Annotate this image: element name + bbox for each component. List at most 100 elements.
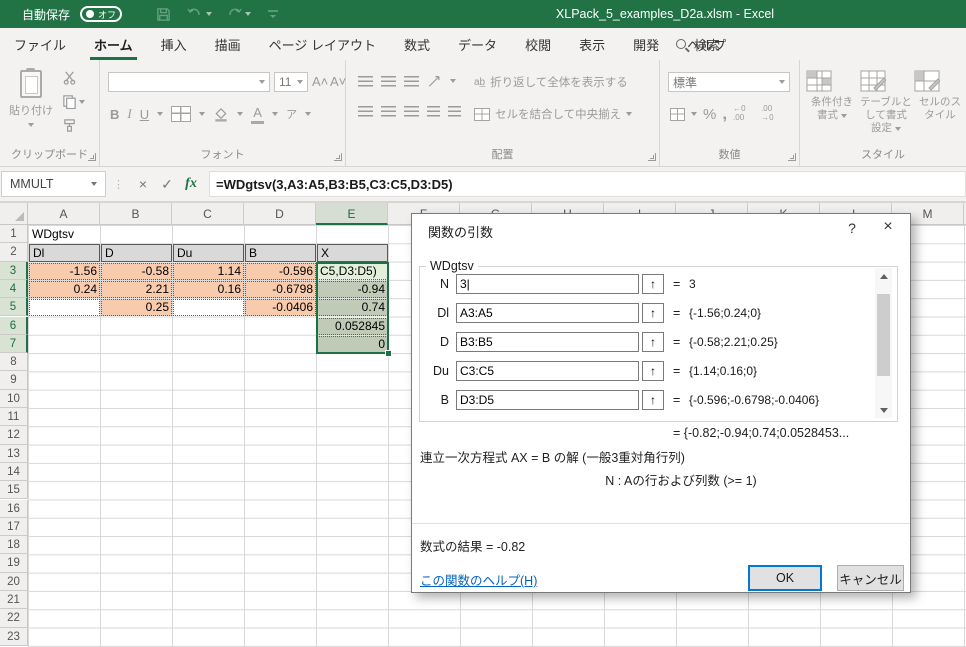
function-help-link[interactable]: この関数のヘルプ(H) bbox=[420, 570, 537, 589]
align-left-icon[interactable] bbox=[358, 106, 373, 117]
align-right-icon[interactable] bbox=[404, 106, 419, 117]
row-header-16[interactable]: 16 bbox=[0, 499, 28, 518]
dialog-close-button[interactable]: × bbox=[874, 218, 902, 236]
decrease-decimal-button[interactable]: .00 →0 bbox=[761, 104, 783, 123]
alignment-dialog-launcher-icon[interactable] bbox=[648, 153, 656, 161]
fill-color-caret-icon[interactable] bbox=[237, 112, 244, 116]
search-box[interactable]: 検索 bbox=[676, 28, 720, 60]
row-header-11[interactable]: 11 bbox=[0, 408, 28, 427]
redo-caret-icon[interactable] bbox=[245, 12, 252, 16]
row-header-20[interactable]: 20 bbox=[0, 572, 28, 591]
row-header-1[interactable]: 1 bbox=[0, 225, 28, 244]
tab-ホーム[interactable]: ホーム bbox=[80, 28, 147, 60]
row-header-10[interactable]: 10 bbox=[0, 389, 28, 408]
insert-function-icon[interactable]: fx bbox=[179, 176, 203, 192]
phonetic-caret-icon[interactable] bbox=[305, 112, 312, 116]
tab-挿入[interactable]: 挿入 bbox=[147, 28, 201, 60]
range-picker-icon-N[interactable]: ↑ bbox=[642, 274, 664, 294]
autosave-toggle[interactable]: オフ bbox=[80, 6, 123, 22]
save-icon[interactable] bbox=[156, 7, 171, 22]
name-box[interactable]: MMULT bbox=[1, 171, 106, 197]
align-bottom-icon[interactable] bbox=[404, 75, 419, 87]
font-size-combo[interactable]: 11 bbox=[274, 72, 308, 92]
font-color-icon[interactable]: A bbox=[251, 104, 265, 124]
paste-button[interactable]: 貼り付け bbox=[8, 68, 54, 146]
tab-データ[interactable]: データ bbox=[444, 28, 511, 60]
font-dialog-launcher-icon[interactable] bbox=[334, 153, 342, 161]
ok-button[interactable]: OK bbox=[748, 565, 822, 591]
row-header-5[interactable]: 5 bbox=[0, 298, 28, 317]
row-header-21[interactable]: 21 bbox=[0, 591, 28, 610]
orientation-icon[interactable] bbox=[427, 74, 442, 88]
cell-A3[interactable]: -1.56 bbox=[29, 262, 100, 280]
tab-表示[interactable]: 表示 bbox=[565, 28, 619, 60]
row-header-22[interactable]: 22 bbox=[0, 609, 28, 628]
column-header-C[interactable]: C bbox=[172, 203, 244, 225]
customize-qat-icon[interactable] bbox=[267, 9, 279, 19]
italic-button[interactable]: I bbox=[127, 106, 131, 122]
cell-B4[interactable]: 2.21 bbox=[101, 280, 172, 299]
column-header-B[interactable]: B bbox=[100, 203, 172, 225]
cell-A4[interactable]: 0.24 bbox=[29, 280, 100, 299]
row-header-23[interactable]: 23 bbox=[0, 627, 28, 646]
number-format-combo[interactable]: 標準 bbox=[668, 72, 790, 92]
cell-B3[interactable]: -0.58 bbox=[101, 262, 172, 280]
cell-A2[interactable]: Dl bbox=[29, 244, 100, 262]
percent-style-button[interactable]: % bbox=[703, 106, 716, 123]
grow-font-button[interactable]: A˄ bbox=[312, 74, 328, 89]
clipboard-dialog-launcher-icon[interactable] bbox=[88, 153, 96, 161]
phonetic-guide-icon[interactable]: ア bbox=[286, 106, 297, 122]
range-picker-icon-B[interactable]: ↑ bbox=[642, 390, 664, 410]
scroll-down-icon[interactable] bbox=[875, 402, 892, 418]
shrink-font-button[interactable]: A˅ bbox=[330, 74, 346, 89]
tab-ページ レイアウト[interactable]: ページ レイアウト bbox=[255, 28, 390, 60]
row-header-12[interactable]: 12 bbox=[0, 426, 28, 445]
tab-file[interactable]: ファイル bbox=[0, 28, 80, 60]
wrap-text-button[interactable]: 折り返して全体を表示する bbox=[490, 74, 628, 90]
row-header-19[interactable]: 19 bbox=[0, 554, 28, 573]
font-name-combo[interactable] bbox=[108, 72, 270, 92]
cell-D2[interactable]: B bbox=[245, 244, 316, 262]
column-header-A[interactable]: A bbox=[28, 203, 100, 225]
fill-color-icon[interactable] bbox=[213, 107, 229, 122]
accounting-caret-icon[interactable] bbox=[691, 112, 697, 116]
fill-handle[interactable] bbox=[385, 350, 392, 358]
argument-input-N[interactable]: 3| bbox=[456, 274, 639, 294]
select-all-corner[interactable] bbox=[0, 203, 28, 225]
cell-styles-button[interactable]: セルのスタイル bbox=[914, 70, 966, 135]
font-color-caret-icon[interactable] bbox=[272, 112, 279, 116]
cell-C3[interactable]: 1.14 bbox=[173, 262, 244, 280]
underline-caret-icon[interactable] bbox=[157, 112, 164, 116]
range-picker-icon-Dl[interactable]: ↑ bbox=[642, 303, 664, 323]
dialog-scrollbar[interactable] bbox=[875, 268, 892, 418]
increase-indent-icon[interactable] bbox=[448, 106, 461, 117]
orientation-caret-icon[interactable] bbox=[450, 79, 456, 83]
row-header-15[interactable]: 15 bbox=[0, 481, 28, 500]
tab-開発[interactable]: 開発 bbox=[619, 28, 673, 60]
format-as-table-button[interactable]: テーブルとして書式設定 bbox=[860, 70, 912, 135]
row-header-9[interactable]: 9 bbox=[0, 371, 28, 390]
merge-caret-icon[interactable] bbox=[626, 112, 633, 116]
merge-center-button[interactable]: セルを結合して中央揃え bbox=[495, 106, 621, 122]
tab-数式[interactable]: 数式 bbox=[390, 28, 444, 60]
tab-描画[interactable]: 描画 bbox=[201, 28, 255, 60]
undo-icon[interactable] bbox=[187, 7, 203, 21]
cell-E2[interactable]: X bbox=[317, 244, 388, 262]
row-header-14[interactable]: 14 bbox=[0, 462, 28, 482]
argument-input-B[interactable]: D3:D5 bbox=[456, 390, 639, 410]
cell-B2[interactable]: D bbox=[101, 244, 172, 262]
row-header-7[interactable]: 7 bbox=[0, 334, 28, 354]
cut-icon[interactable] bbox=[62, 70, 85, 85]
cell-B5[interactable]: 0.25 bbox=[101, 299, 172, 317]
decrease-indent-icon[interactable] bbox=[427, 106, 440, 117]
row-header-2[interactable]: 2 bbox=[0, 243, 28, 262]
bold-button[interactable]: B bbox=[110, 107, 119, 122]
row-header-4[interactable]: 4 bbox=[0, 279, 28, 299]
comma-style-button[interactable]: , bbox=[722, 104, 727, 124]
dialog-help-button[interactable]: ? bbox=[842, 220, 862, 236]
align-middle-icon[interactable] bbox=[381, 75, 396, 87]
underline-button[interactable]: U bbox=[140, 107, 149, 122]
range-picker-icon-Du[interactable]: ↑ bbox=[642, 361, 664, 381]
range-picker-icon-D[interactable]: ↑ bbox=[642, 332, 664, 352]
argument-input-Dl[interactable]: A3:A5 bbox=[456, 303, 639, 323]
